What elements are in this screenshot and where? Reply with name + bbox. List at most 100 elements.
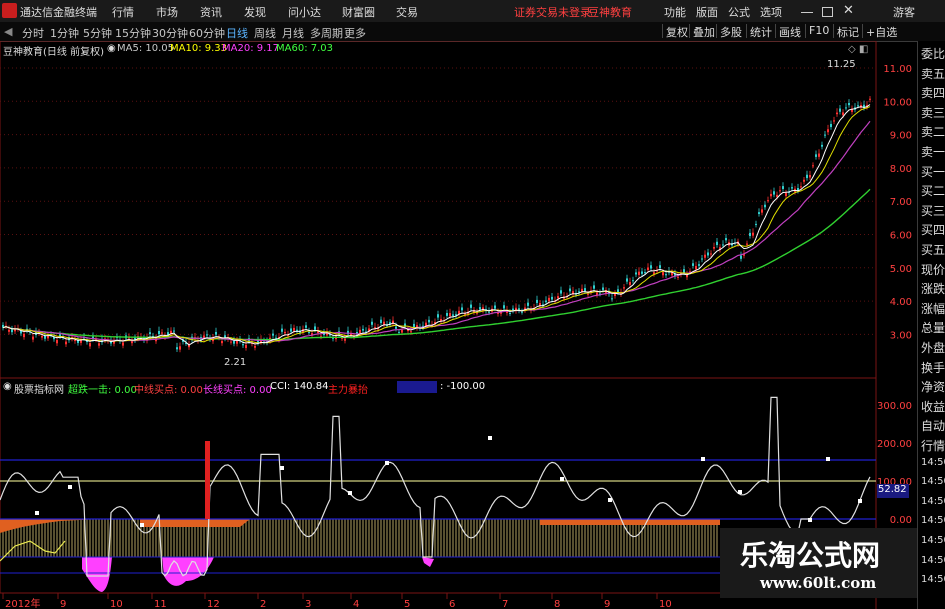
sidebar-item[interactable]: 行情: [921, 437, 945, 454]
candle-body: [488, 311, 490, 313]
candle-body: [371, 321, 373, 325]
sidebar-item[interactable]: 买五: [921, 241, 945, 258]
cci-marker: [808, 518, 812, 522]
candle-body: [446, 313, 448, 316]
sidebar-item[interactable]: 收益: [921, 398, 945, 415]
sidebar-item[interactable]: 买四: [921, 221, 945, 238]
sidebar-item[interactable]: 现价: [921, 261, 945, 278]
sidebar-item[interactable]: 卖四: [921, 84, 945, 101]
sidebar-item[interactable]: 14:50: [921, 476, 945, 487]
menu-item-news[interactable]: 资讯: [200, 4, 222, 20]
minimize-icon[interactable]: [801, 12, 813, 13]
app-logo-icon: [2, 3, 17, 18]
price-tick-label: 3.00: [890, 330, 912, 341]
period-tab-30min[interactable]: 30分钟: [152, 25, 188, 41]
stats-button[interactable]: 统计: [746, 24, 772, 39]
overlay-button[interactable]: 叠加: [689, 24, 715, 39]
candle-body: [545, 300, 547, 303]
diamond-icon[interactable]: ◇ ◧: [848, 44, 868, 55]
chart-canvas[interactable]: 11.00 10.00 9.00 8.00 7.00 6.00 5.00 4.00 3.00 3…: [0, 41, 917, 609]
f10-button[interactable]: F10: [805, 24, 829, 38]
menu-item-ask[interactable]: 问小达: [288, 4, 321, 20]
period-tab-5min[interactable]: 5分钟: [83, 25, 112, 41]
menu-item-functions[interactable]: 功能: [664, 4, 686, 20]
candle-body: [98, 343, 100, 346]
candle-body: [641, 271, 643, 274]
candle-body: [242, 344, 244, 346]
candle-body: [758, 212, 760, 214]
draw-button[interactable]: 画线: [775, 24, 801, 39]
login-notice[interactable]: 证券交易未登录: [514, 4, 591, 20]
period-tab-monthly[interactable]: 月线: [282, 25, 304, 41]
candle-body: [677, 276, 679, 278]
sidebar-item[interactable]: 买二: [921, 182, 945, 199]
indicator-label-cci: CCI: 140.84: [270, 381, 329, 392]
sidebar-item[interactable]: 14:50: [921, 535, 945, 546]
sidebar-item[interactable]: 14:50: [921, 574, 945, 585]
sidebar-item[interactable]: 买一: [921, 163, 945, 180]
ma10-line: [2, 106, 871, 344]
sidebar-item[interactable]: 14:50: [921, 555, 945, 566]
multi-stock-button[interactable]: 多股: [716, 24, 742, 39]
sidebar-item[interactable]: 卖三: [921, 104, 945, 121]
menu-item-quotes[interactable]: 行情: [112, 4, 134, 20]
candle-body: [623, 287, 625, 289]
menu-item-options[interactable]: 选项: [760, 4, 782, 20]
adjust-button[interactable]: 复权: [662, 24, 688, 39]
period-tab-timeshare[interactable]: 分时: [22, 25, 44, 41]
candle-body: [89, 343, 91, 347]
guest-label[interactable]: 游客: [893, 4, 915, 20]
period-tab-60min[interactable]: 60分钟: [189, 25, 225, 41]
brand-link[interactable]: 豆神教育: [588, 4, 632, 20]
menu-item-formula[interactable]: 公式: [728, 4, 750, 20]
orange-area: [540, 519, 720, 525]
candle-body: [764, 204, 766, 208]
menu-item-wealth[interactable]: 财富圈: [342, 4, 375, 20]
indicator-settings-icon[interactable]: ◉: [3, 381, 12, 392]
candle-body: [548, 297, 550, 302]
sidebar-item[interactable]: 卖二: [921, 123, 945, 140]
sidebar-item[interactable]: 14:50: [921, 515, 945, 526]
sidebar-item[interactable]: 总量: [921, 319, 945, 336]
close-icon[interactable]: ✕: [843, 3, 854, 18]
indicator-axis: 300.00200.00100.000.00: [877, 401, 912, 526]
sidebar-item[interactable]: 14:50: [921, 457, 945, 468]
candle-body: [752, 232, 754, 236]
menu-item-trade[interactable]: 交易: [396, 4, 418, 20]
x-tick-label: 2012年: [5, 597, 40, 609]
maximize-icon[interactable]: [822, 7, 833, 17]
menu-item-discover[interactable]: 发现: [244, 4, 266, 20]
candle-body: [281, 328, 283, 332]
sidebar-item[interactable]: 涨幅: [921, 300, 945, 317]
main-settings-icon[interactable]: ◉: [107, 43, 116, 54]
period-tab-1min[interactable]: 1分钟: [50, 25, 79, 41]
menu-item-layout[interactable]: 版面: [696, 4, 718, 20]
sidebar-item[interactable]: 卖一: [921, 143, 945, 160]
menu-item-market[interactable]: 市场: [156, 4, 178, 20]
mark-button[interactable]: 标记: [833, 24, 859, 39]
period-tab-more[interactable]: 更多: [344, 25, 366, 41]
sidebar-item[interactable]: 涨跌: [921, 280, 945, 297]
indicator-magenta-area: [82, 557, 434, 592]
sidebar-item[interactable]: 自动: [921, 417, 945, 434]
price-tick-label: 5.00: [890, 264, 912, 275]
candle-body: [791, 187, 793, 189]
ma20-label: MA20: 9.17: [222, 43, 280, 54]
period-tab-multi[interactable]: 多周期: [310, 25, 343, 41]
sidebar-item[interactable]: 净资: [921, 378, 945, 395]
candle-body: [650, 265, 652, 269]
sidebar-item[interactable]: 换手: [921, 359, 945, 376]
main-chart-title: 豆神教育(日线 前复权): [3, 47, 104, 58]
period-tab-weekly[interactable]: 周线: [254, 25, 276, 41]
sidebar-item[interactable]: 委比: [921, 45, 945, 62]
sidebar-item[interactable]: 外盘: [921, 339, 945, 356]
candle-body: [701, 258, 703, 260]
period-tab-daily[interactable]: 日线: [226, 25, 248, 41]
sidebar-item[interactable]: 买三: [921, 202, 945, 219]
sidebar-item[interactable]: 卖五: [921, 65, 945, 82]
add-watchlist-button[interactable]: +自选: [862, 24, 897, 39]
candle-body: [206, 334, 208, 336]
period-tab-15min[interactable]: 15分钟: [115, 25, 151, 41]
nav-left-icon[interactable]: ◀: [4, 25, 12, 38]
sidebar-item[interactable]: 14:50: [921, 496, 945, 507]
